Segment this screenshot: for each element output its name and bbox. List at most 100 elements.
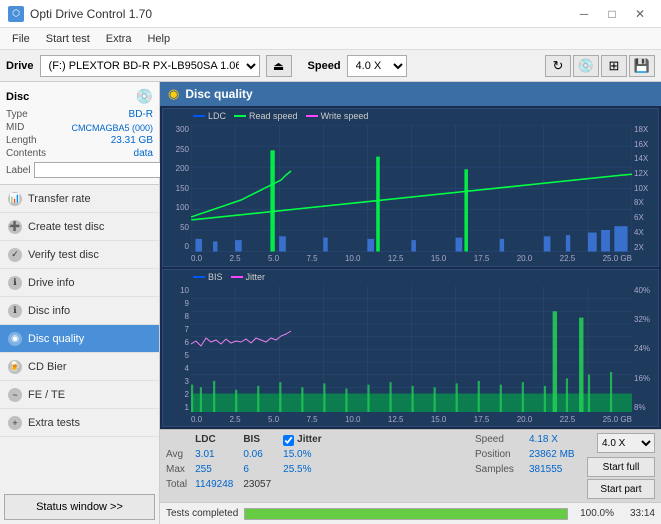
contents-val: data <box>134 148 153 159</box>
write-speed-legend-label: Write speed <box>321 111 369 121</box>
save-icon-btn[interactable]: 💾 <box>629 55 655 77</box>
mid-key: MID <box>6 122 24 133</box>
menu-help[interactable]: Help <box>139 31 178 47</box>
speed-section: Speed 4.18 X Position 23862 MB Samples 3… <box>475 433 579 499</box>
bis-col: BIS 0.06 6 23057 <box>243 433 271 492</box>
sidebar-item-verify-test-disc[interactable]: ✓ Verify test disc <box>0 241 159 269</box>
titlebar-left: ⬡ Opti Drive Control 1.70 <box>8 6 152 22</box>
progress-bar <box>244 508 568 520</box>
sidebar-item-fe-te[interactable]: ~ FE / TE <box>0 381 159 409</box>
bis-xaxis: 0.0 2.5 5.0 7.5 10.0 12.5 15.0 17.5 20.0… <box>191 412 632 426</box>
nav-label-disc-info: Disc info <box>28 305 70 317</box>
drive-select[interactable]: (F:) PLEXTOR BD-R PX-LB950SA 1.06 <box>40 55 260 77</box>
status-window-button[interactable]: Status window >> <box>4 494 155 520</box>
cd-bier-icon: 🍺 <box>8 360 22 374</box>
ldc-yaxis-left: 300 250 200 150 100 50 0 <box>163 125 191 252</box>
bis-chart: BIS Jitter 10 9 8 7 6 5 4 3 <box>162 269 659 428</box>
stats-labels: Avg Max Total <box>166 433 187 492</box>
jitter-legend-color <box>231 276 243 278</box>
nav-label-disc-quality: Disc quality <box>28 333 84 345</box>
jitter-checkbox[interactable] <box>283 435 294 446</box>
progress-time: 33:14 <box>620 508 655 519</box>
close-button[interactable]: ✕ <box>627 4 653 24</box>
content-title: Disc quality <box>185 87 252 101</box>
disc-quality-icon: ◉ <box>8 332 22 346</box>
bis-svg <box>191 286 632 413</box>
disc-icon-btn[interactable]: 💿 <box>573 55 599 77</box>
bis-yaxis-right: 40% 32% 24% 16% 8% <box>632 286 658 413</box>
minimize-button[interactable]: ─ <box>571 4 597 24</box>
stats-table: Avg Max Total LDC 3.01 255 1149248 BIS 0… <box>166 433 467 499</box>
read-speed-legend-item: Read speed <box>234 111 298 121</box>
nav-label-extra-tests: Extra tests <box>28 417 80 429</box>
refresh-icon-btn[interactable]: ↻ <box>545 55 571 77</box>
read-speed-legend-color <box>234 115 246 117</box>
content-header: ◉ Disc quality <box>160 82 661 106</box>
maximize-button[interactable]: □ <box>599 4 625 24</box>
mid-val: CMCMAGBA5 (000) <box>71 123 153 133</box>
menu-file[interactable]: File <box>4 31 38 47</box>
sidebar-item-disc-info[interactable]: ℹ Disc info <box>0 297 159 325</box>
sidebar-item-extra-tests[interactable]: + Extra tests <box>0 409 159 437</box>
drive-label: Drive <box>6 60 34 72</box>
sidebar-item-disc-quality[interactable]: ◉ Disc quality <box>0 325 159 353</box>
layers-icon-btn[interactable]: ⊞ <box>601 55 627 77</box>
create-test-disc-icon: ➕ <box>8 220 22 234</box>
type-val: BD-R <box>129 109 153 120</box>
progress-area: Tests completed 100.0% 33:14 <box>160 502 661 524</box>
max-label: Max <box>166 463 187 477</box>
nav-label-transfer-rate: Transfer rate <box>28 193 91 205</box>
fe-te-icon: ~ <box>8 388 22 402</box>
speed-select[interactable]: 4.0 X1.0 X2.0 X8.0 X <box>347 55 407 77</box>
progress-bar-fill <box>245 509 567 519</box>
speed-label: Speed <box>308 60 341 72</box>
toolbar-icons: ↻ 💿 ⊞ 💾 <box>545 55 655 77</box>
bis-legend-color <box>193 276 205 278</box>
eject-button[interactable]: ⏏ <box>266 55 292 77</box>
titlebar: ⬡ Opti Drive Control 1.70 ─ □ ✕ <box>0 0 661 28</box>
max-jitter: 25.5% <box>283 463 321 477</box>
position-val: 23862 MB <box>529 448 579 462</box>
total-label: Total <box>166 478 187 492</box>
avg-jitter: 15.0% <box>283 448 321 462</box>
total-bis: 23057 <box>243 478 271 492</box>
start-full-button[interactable]: Start full <box>587 457 655 477</box>
nav-label-drive-info: Drive info <box>28 277 74 289</box>
start-part-button[interactable]: Start part <box>587 479 655 499</box>
menubar: File Start test Extra Help <box>0 28 661 50</box>
verify-test-disc-icon: ✓ <box>8 248 22 262</box>
nav-label-fe-te: FE / TE <box>28 389 65 401</box>
speed-target-select[interactable]: 4.0 X <box>597 433 655 453</box>
ldc-svg <box>191 125 632 252</box>
charts-container: LDC Read speed Write speed 300 250 200 <box>160 106 661 429</box>
nav-items: 📊 Transfer rate ➕ Create test disc ✓ Ver… <box>0 185 159 490</box>
ldc-legend-item: LDC <box>193 111 226 121</box>
sidebar-item-drive-info[interactable]: ℹ Drive info <box>0 269 159 297</box>
jitter-col: Jitter 15.0% 25.5% <box>283 433 321 492</box>
write-speed-legend-item: Write speed <box>306 111 369 121</box>
ldc-yaxis-right: 18X 16X 14X 12X 10X 8X 6X 4X 2X <box>632 125 658 252</box>
menu-extra[interactable]: Extra <box>98 31 140 47</box>
total-ldc: 1149248 <box>195 478 233 492</box>
label-key: Label <box>6 165 30 176</box>
window-controls: ─ □ ✕ <box>571 4 653 24</box>
samples-val: 381555 <box>529 463 579 477</box>
stats-bar: Avg Max Total LDC 3.01 255 1149248 BIS 0… <box>160 429 661 502</box>
avg-label: Avg <box>166 448 187 462</box>
app-title: Opti Drive Control 1.70 <box>30 7 152 21</box>
sidebar-item-transfer-rate[interactable]: 📊 Transfer rate <box>0 185 159 213</box>
length-val: 23.31 GB <box>111 135 153 146</box>
bis-legend-label: BIS <box>208 272 223 282</box>
label-input[interactable] <box>34 162 172 178</box>
nav-label-verify-test-disc: Verify test disc <box>28 249 99 261</box>
main-area: Disc 💿 Type BD-R MID CMCMAGBA5 (000) Len… <box>0 82 661 524</box>
jitter-legend-item: Jitter <box>231 272 266 282</box>
progress-percent: 100.0% <box>574 508 614 519</box>
sidebar-item-create-test-disc[interactable]: ➕ Create test disc <box>0 213 159 241</box>
extra-tests-icon: + <box>8 416 22 430</box>
menu-start-test[interactable]: Start test <box>38 31 98 47</box>
max-bis: 6 <box>243 463 271 477</box>
disc-info-icon: ℹ <box>8 304 22 318</box>
ldc-xaxis: 0.0 2.5 5.0 7.5 10.0 12.5 15.0 17.5 20.0… <box>191 252 632 266</box>
sidebar-item-cd-bier[interactable]: 🍺 CD Bier <box>0 353 159 381</box>
